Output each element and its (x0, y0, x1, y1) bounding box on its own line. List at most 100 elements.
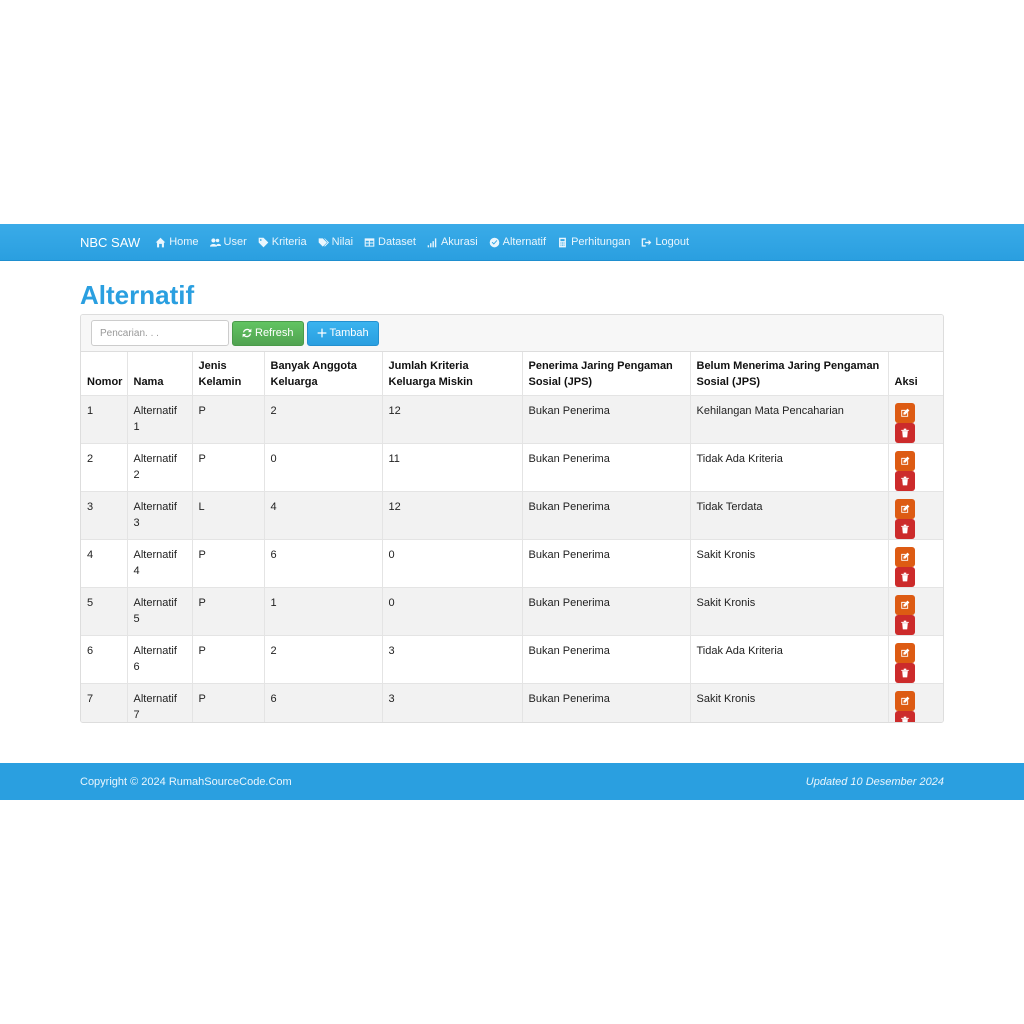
cell-nama: Alternatif 3 (126, 491, 192, 540)
edit-button[interactable] (894, 547, 915, 567)
cell-nomor: 7 (81, 683, 127, 722)
edit-button[interactable] (894, 643, 915, 663)
cell-nomor: 4 (81, 539, 127, 588)
delete-button[interactable] (894, 615, 915, 635)
nav-item-kriteria[interactable]: Kriteria (258, 236, 307, 248)
navbar-brand[interactable]: NBC SAW (80, 235, 140, 250)
delete-button[interactable] (894, 423, 915, 443)
edit-button[interactable] (894, 595, 915, 615)
nav-item-home[interactable]: Home (155, 236, 199, 248)
cell-jenis-kelamin: P (191, 539, 264, 588)
col-header-nama: Nama (126, 352, 192, 396)
cell-nama: Alternatif 5 (126, 587, 192, 636)
trash-icon (900, 476, 909, 486)
delete-button[interactable] (894, 471, 915, 491)
cell-belum-menerima-jps: Kehilangan Mata Pencaharian (689, 395, 888, 444)
home-icon (155, 237, 166, 247)
cell-banyak-anggota: 0 (263, 443, 382, 492)
nav-item-label: Home (169, 236, 199, 248)
delete-button[interactable] (894, 519, 915, 539)
trash-icon (900, 716, 909, 722)
sign-out-icon (642, 237, 652, 247)
edit-icon (900, 648, 909, 657)
footer: Copyright © 2024 RumahSourceCode.Com Upd… (0, 763, 1024, 800)
cell-nama: Alternatif 7 (126, 683, 192, 722)
nav-item-label: Perhitungan (571, 236, 631, 248)
col-header-nomor: Nomor (87, 376, 123, 388)
cell-banyak-anggota: 6 (263, 539, 382, 588)
nav-item-perhitungan[interactable]: Perhitungan (557, 236, 630, 248)
cell-jenis-kelamin: P (191, 395, 264, 444)
add-button[interactable]: Tambah (306, 320, 379, 346)
check-circle-icon (489, 237, 499, 247)
edit-button[interactable] (894, 499, 915, 519)
nav-item-nilai[interactable]: Nilai (318, 236, 353, 248)
trash-icon (900, 668, 909, 678)
search-input[interactable] (91, 320, 229, 346)
cell-banyak-anggota: 2 (263, 635, 382, 684)
table-row: 6 Alternatif 6 P 2 3 Bukan Penerima Tidak Ada … (81, 635, 943, 684)
cell-belum-menerima-jps: Tidak Ada Kriteria (689, 635, 888, 684)
delete-button[interactable] (894, 567, 915, 587)
edit-button[interactable] (894, 451, 915, 471)
nav-item-user[interactable]: User (209, 236, 247, 248)
table-toolbar: Refresh Tambah (81, 315, 943, 352)
cell-jenis-kelamin: P (191, 587, 264, 636)
nav-item-dataset[interactable]: Dataset (364, 236, 416, 248)
col-header-aksi: Aksi (887, 352, 943, 396)
cell-jenis-kelamin: P (191, 443, 264, 492)
edit-icon (900, 552, 909, 561)
users-icon (209, 237, 221, 247)
cell-banyak-anggota: 6 (263, 683, 382, 722)
col-header-penerima-jps: Penerima Jaring Pengaman Sosial (JPS) (521, 352, 690, 396)
nav-item-logout[interactable]: Logout (641, 236, 689, 248)
nav-item-label: Nilai (331, 236, 354, 248)
cell-nama: Alternatif 2 (126, 443, 192, 492)
nav-item-label: Alternatif (502, 236, 547, 248)
table-row: 4 Alternatif 4 P 6 0 Bukan Penerima Sakit Kron… (81, 539, 943, 588)
trash-icon (900, 572, 909, 582)
cell-jenis-kelamin: P (191, 683, 264, 722)
cell-nama: Alternatif 6 (126, 635, 192, 684)
refresh-button[interactable]: Refresh (232, 320, 304, 346)
table-row: 2 Alternatif 2 P 0 11 Bukan Penerima Tidak Ada… (81, 443, 943, 492)
cell-jenis-kelamin: L (191, 491, 264, 540)
cell-belum-menerima-jps: Sakit Kronis (689, 587, 888, 636)
edit-button[interactable] (894, 403, 915, 423)
cell-penerima-jps: Bukan Penerima (521, 395, 690, 444)
nav-item-label: Akurasi (440, 236, 478, 248)
edit-button[interactable] (894, 691, 915, 711)
edit-icon (900, 504, 909, 513)
cell-aksi (887, 491, 943, 540)
cell-aksi (887, 395, 943, 444)
nav-item-label: Dataset (378, 236, 416, 248)
cell-nama: Alternatif 1 (126, 395, 192, 444)
refresh-icon (242, 328, 252, 338)
alternatif-panel: Refresh Tambah Nomor Nama Jenis Kelamin … (80, 314, 944, 723)
cell-jenis-kelamin: P (191, 635, 264, 684)
delete-button[interactable] (894, 663, 915, 683)
edit-icon (900, 600, 909, 609)
col-header-belum-menerima-jps: Belum Menerima Jaring Pengaman Sosial (J… (689, 352, 888, 396)
cell-belum-menerima-jps: Tidak Ada Kriteria (689, 443, 888, 492)
table-row: 3 Alternatif 3 L 4 12 Bukan Penerima Tidak Ter… (81, 491, 943, 540)
cell-banyak-anggota: 1 (263, 587, 382, 636)
trash-icon (900, 524, 909, 534)
nav-item-label: User (223, 236, 247, 248)
cell-nomor: 1 (81, 395, 127, 444)
delete-button[interactable] (894, 711, 915, 722)
edit-icon (900, 408, 909, 417)
cell-jumlah-kriteria: 3 (381, 635, 522, 684)
cell-banyak-anggota: 2 (263, 395, 382, 444)
cell-aksi (887, 587, 943, 636)
trash-icon (900, 428, 909, 438)
cell-belum-menerima-jps: Sakit Kronis (689, 539, 888, 588)
signal-icon (427, 237, 437, 247)
cell-penerima-jps: Bukan Penerima (521, 443, 690, 492)
nav-item-alternatif[interactable]: Alternatif (489, 236, 546, 248)
nav-item-akurasi[interactable]: Akurasi (427, 236, 478, 248)
top-navbar: NBC SAW Home User Kriteria Nilai Dataset… (0, 224, 1024, 261)
col-header-jumlah-kriteria: Jumlah Kriteria Keluarga Miskin (381, 352, 522, 396)
edit-icon (900, 696, 909, 705)
nav-item-label: Logout (655, 236, 690, 248)
